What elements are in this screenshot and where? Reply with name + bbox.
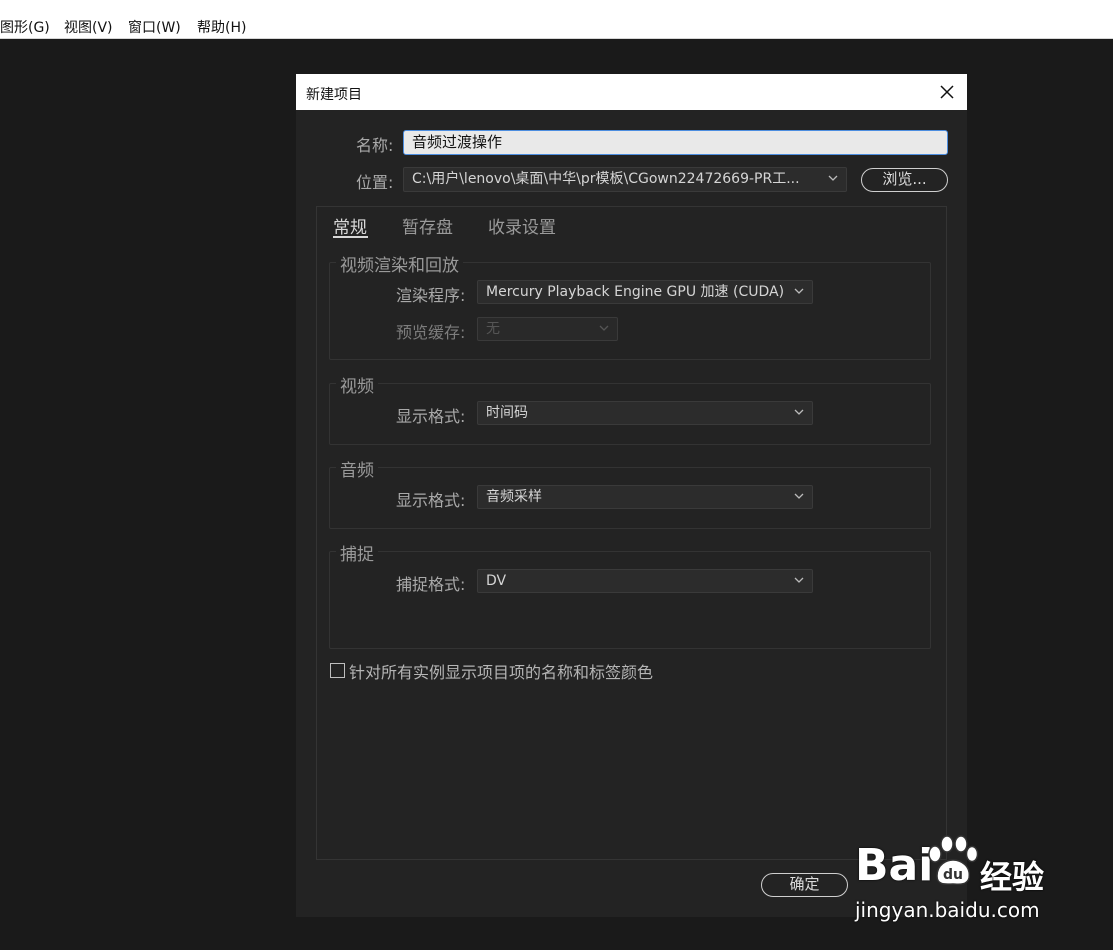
show-names-labels-checkbox-label: 针对所有实例显示项目项的名称和标签颜色 [349,663,654,682]
name-label: 名称: [356,136,394,155]
chevron-down-icon [794,288,804,294]
location-value: C:\用户\lenovo\桌面\中华\pr模板\CGown22472669-PR… [412,171,800,187]
audio-display-format-value: 音频采样 [486,489,542,505]
browse-button[interactable]: 浏览... [861,168,948,192]
menu-window[interactable]: 窗口(W) [128,17,181,37]
capture-format-select[interactable]: DV [477,569,813,593]
menu-bar: 图形(G) 视图(V) 窗口(W) 帮助(H) [0,0,1113,39]
preview-cache-value: 无 [486,321,500,337]
dialog-title: 新建项目 [306,87,362,103]
menu-view[interactable]: 视图(V) [64,17,113,37]
watermark-brand-suffix: 经验 [980,858,1045,896]
audio-display-format-label: 显示格式: [396,491,466,510]
capture-format-label: 捕捉格式: [396,575,466,594]
renderer-value: Mercury Playback Engine GPU 加速 (CUDA) [486,284,785,300]
chevron-down-icon [599,325,609,331]
video-display-format-value: 时间码 [486,405,528,421]
renderer-label: 渲染程序: [396,286,466,305]
close-icon[interactable] [937,82,957,102]
dialog-titlebar: 新建项目 [296,74,967,110]
location-label: 位置: [356,173,394,192]
ok-button[interactable]: 确定 [761,873,848,897]
capture-group [329,551,931,649]
preview-cache-select: 无 [477,317,618,341]
menu-graphics[interactable]: 图形(G) [0,17,50,37]
tab-scratch-disks[interactable]: 暂存盘 [402,213,453,238]
chevron-down-icon [828,175,838,181]
audio-display-format-select[interactable]: 音频采样 [477,485,813,509]
video-render-group [329,262,931,360]
video-display-format-label: 显示格式: [396,407,466,426]
chevron-down-icon [794,409,804,415]
chevron-down-icon [794,577,804,583]
menu-help[interactable]: 帮助(H) [197,17,246,37]
renderer-select[interactable]: Mercury Playback Engine GPU 加速 (CUDA) [477,280,813,304]
active-tab-indicator [333,236,368,238]
baidu-watermark: Bai du 经验 jingyan.baidu.com [855,832,1085,932]
chevron-down-icon [794,493,804,499]
capture-group-title: 捕捉 [336,540,378,565]
new-project-dialog: 新建项目 名称: 音频过渡操作 位置: C:\用户\lenovo\桌面\中华\p… [296,74,967,917]
tab-ingest-settings[interactable]: 收录设置 [488,213,556,238]
preview-cache-label: 预览缓存: [396,323,466,342]
audio-group-title: 音频 [336,456,378,481]
capture-format-value: DV [486,573,507,589]
svg-text:du: du [943,867,963,883]
video-display-format-select[interactable]: 时间码 [477,401,813,425]
watermark-url: jingyan.baidu.com [855,898,1040,922]
show-names-labels-checkbox[interactable] [330,663,345,678]
project-name-input[interactable]: 音频过渡操作 [403,130,948,155]
paw-icon: du [928,835,979,885]
video-render-group-title: 视频渲染和回放 [336,251,463,276]
video-group-title: 视频 [336,372,378,397]
location-select[interactable]: C:\用户\lenovo\桌面\中华\pr模板\CGown22472669-PR… [403,167,847,192]
tab-general[interactable]: 常规 [333,213,367,238]
